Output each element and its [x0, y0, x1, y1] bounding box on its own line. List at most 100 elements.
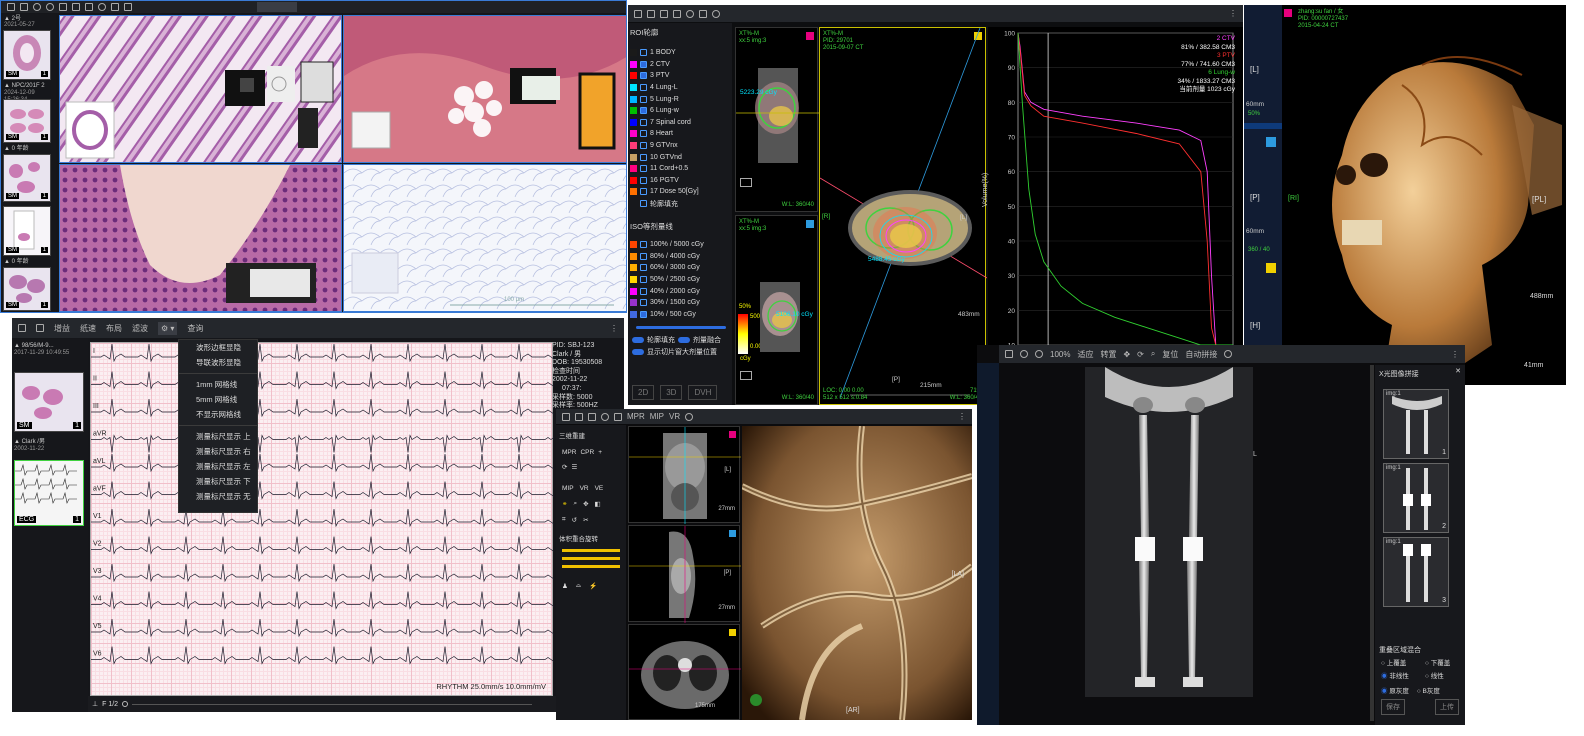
pan-icon[interactable] — [59, 3, 67, 11]
close-icon[interactable] — [1224, 350, 1233, 358]
vr-render[interactable]: [LA] [AR] — [742, 426, 972, 720]
roi-checkbox[interactable] — [640, 142, 647, 150]
roi-checkbox[interactable] — [640, 72, 647, 80]
coronal-view[interactable]: XT%-M xx:5 img:3 W:L: 360/40 — [735, 27, 819, 212]
layout-icon[interactable] — [1005, 350, 1013, 358]
ruler-icon[interactable] — [124, 3, 132, 11]
menu-item[interactable]: 5mm 网格线 — [179, 392, 257, 407]
toolbar-tab-active[interactable] — [257, 2, 297, 12]
roi-checkbox[interactable] — [640, 153, 647, 161]
menu-item[interactable]: 测量标尺显示 右 — [179, 444, 257, 459]
iso-row[interactable]: 60% / 3000 cGy — [628, 262, 732, 274]
z-slider[interactable] — [562, 565, 620, 568]
roi-checkbox[interactable] — [640, 95, 647, 103]
mpr-tab[interactable]: MPR — [627, 412, 645, 421]
roi-checkbox[interactable] — [640, 188, 647, 196]
roi-row[interactable]: 6 Lung-w — [628, 105, 732, 117]
radio-bottom-cover[interactable]: ○ 下覆盖 — [1425, 657, 1465, 667]
iso-checkbox[interactable] — [640, 241, 647, 249]
settings-menu-button[interactable]: ⚙ ▾ — [158, 321, 178, 335]
ecg-thumb-2[interactable]: ECG 1 — [14, 460, 84, 526]
roi-row[interactable]: 3 PTV — [628, 70, 732, 82]
x-slider[interactable] — [562, 549, 620, 552]
sagittal-view[interactable]: XT%-M xx:5 img:3 50% 5000 0.00 cGy 5106.… — [735, 215, 818, 405]
auto-stitch-button[interactable]: 自动拼接 — [1185, 349, 1217, 360]
menu-item[interactable]: 1mm 网格线 — [179, 377, 257, 392]
zoom-out-icon[interactable] — [46, 3, 54, 11]
pathology-thumb-4[interactable]: SM 1 — [3, 206, 51, 256]
iso-checkbox[interactable] — [640, 264, 647, 272]
2d-button[interactable]: 2D — [632, 385, 655, 400]
gain-menu[interactable]: 增益 — [54, 323, 70, 334]
ecg-thumb-1[interactable]: SM 1 — [14, 372, 84, 432]
xray-scrollbar[interactable] — [1370, 365, 1374, 721]
iso-row[interactable]: 30% / 1500 cGy — [628, 297, 732, 309]
iso-row[interactable]: 100% / 5000 cGy — [628, 239, 732, 251]
window-icon[interactable] — [673, 9, 681, 18]
upload-button[interactable]: 上传 — [1435, 699, 1459, 715]
helmet-icon[interactable]: ⌓ — [576, 582, 581, 590]
mpr-button[interactable]: MPR — [562, 449, 576, 456]
iso-checkbox[interactable] — [640, 299, 647, 307]
histology-tile-4[interactable]: 100 μm — [343, 164, 626, 312]
roi-row[interactable]: 9 GTVnx — [628, 140, 732, 152]
grid-icon[interactable] — [20, 3, 28, 11]
layout-icon[interactable] — [18, 324, 26, 332]
zoom-in-icon[interactable] — [1020, 350, 1028, 358]
menu-item[interactable]: 测量标尺显示 上 — [179, 429, 257, 444]
vr-tab[interactable]: VR — [669, 412, 680, 421]
max-dose-toggle[interactable] — [632, 349, 644, 355]
roi-checkbox[interactable] — [640, 176, 647, 184]
roi-row[interactable]: 10 GTVnd — [628, 151, 732, 163]
add-icon[interactable]: + — [598, 449, 602, 456]
grid-icon[interactable] — [36, 324, 44, 332]
contrast-icon[interactable]: ◧ — [595, 500, 601, 508]
roi-row[interactable]: 1 BODY — [628, 47, 732, 59]
histology-tile-1[interactable] — [59, 15, 342, 163]
iso-checkbox[interactable] — [640, 287, 647, 295]
mpr-coronal[interactable]: [L] 27mm — [628, 426, 741, 524]
roi-row[interactable]: 16 PGTV — [628, 175, 732, 187]
ve-button[interactable]: VE — [595, 485, 604, 492]
window-icon[interactable] — [588, 412, 596, 421]
iso-row[interactable]: 50% / 2500 cGy — [628, 274, 732, 286]
roi-row[interactable]: 2 CTV — [628, 59, 732, 71]
y-slider[interactable] — [562, 557, 620, 560]
iso-checkbox[interactable] — [640, 310, 647, 318]
zoom-out-icon[interactable] — [1035, 350, 1043, 358]
list-icon[interactable]: ☰ — [571, 463, 577, 471]
flash-icon[interactable]: ⚡ — [589, 582, 597, 590]
mpr-sagittal[interactable]: [P] 27mm — [628, 525, 741, 623]
radio-b-gray[interactable]: ○ B灰度 — [1417, 685, 1440, 695]
close-icon[interactable]: ✕ — [1455, 367, 1461, 375]
search-icon[interactable]: ⌕ — [573, 500, 577, 508]
iso-row[interactable]: 40% / 2000 cGy — [628, 285, 732, 297]
3d-button[interactable]: 3D — [660, 385, 683, 400]
stitch-thumb-2[interactable]: img:1 2 — [1383, 463, 1449, 533]
menu-item[interactable]: 波形边框显隐 — [179, 340, 257, 355]
menu-item[interactable]: 测量标尺显示 下 — [179, 474, 257, 489]
stitch-thumb-1[interactable]: img:1 1 — [1383, 389, 1449, 459]
reset-icon[interactable]: ↺ — [572, 516, 577, 524]
close-icon[interactable] — [712, 9, 720, 18]
mip-tab[interactable]: MIP — [650, 412, 664, 421]
save-button[interactable]: 保存 — [1381, 699, 1405, 715]
menu-item[interactable]: 测量标尺显示 无 — [179, 489, 257, 504]
link-icon[interactable]: ⚭ — [562, 500, 567, 508]
radio-linear[interactable]: ○ 线性 — [1425, 670, 1465, 680]
close-icon[interactable] — [685, 412, 694, 421]
cpr-button[interactable]: CPR — [580, 449, 594, 456]
zoom-icon[interactable] — [686, 9, 694, 18]
transpose-button[interactable]: 转置 — [1100, 349, 1116, 360]
more-icon[interactable]: ⋮ — [610, 324, 618, 333]
iso-row[interactable]: 80% / 4000 cGy — [628, 251, 732, 263]
move-icon[interactable]: ✥ — [1123, 350, 1130, 359]
more-icon[interactable]: ⋮ — [1451, 350, 1459, 359]
stitch-thumb-3[interactable]: img:1 3 — [1383, 537, 1449, 607]
pathology-thumb-2[interactable]: SM 1 — [3, 99, 51, 143]
roi-row[interactable]: 11 Cord+0.5 — [628, 163, 732, 175]
roi-checkbox[interactable] — [640, 49, 647, 57]
camera-icon[interactable] — [740, 178, 752, 187]
radio-top-cover[interactable]: ○ 上覆盖 — [1381, 657, 1425, 667]
rect-icon[interactable] — [85, 3, 93, 11]
